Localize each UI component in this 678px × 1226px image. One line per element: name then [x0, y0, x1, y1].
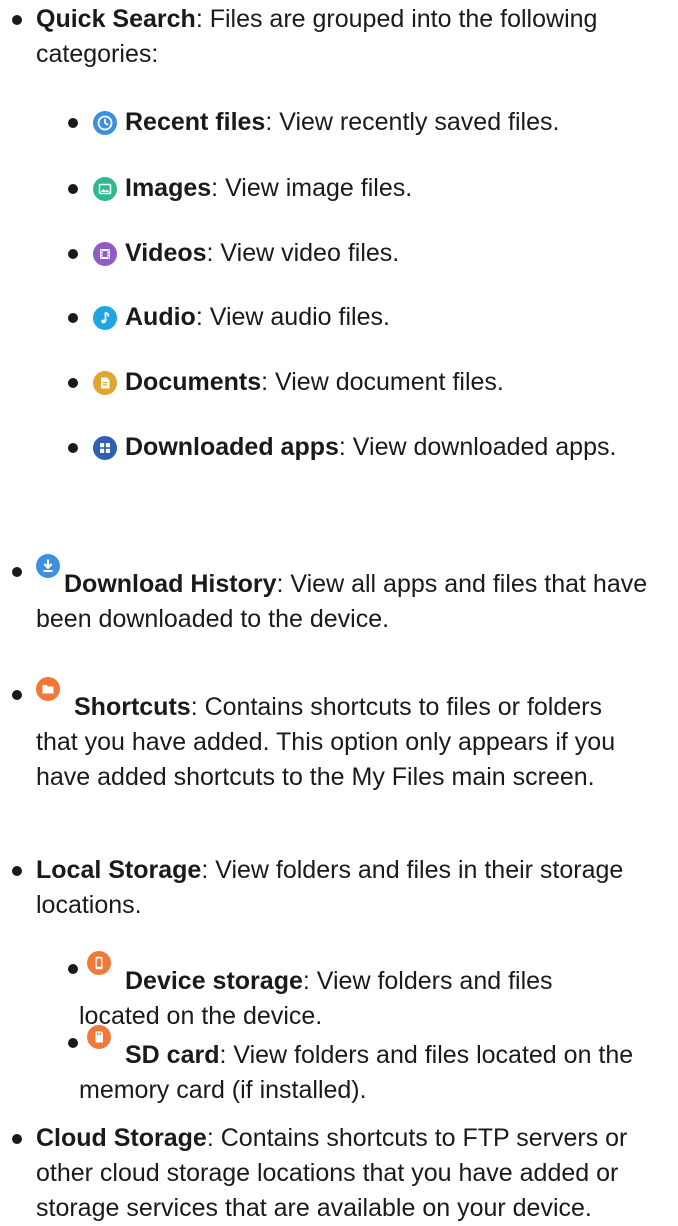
- item-title: Documents: [125, 368, 262, 396]
- download-icon: [36, 554, 60, 578]
- list-item-download-history: Download History: View all apps and file…: [0, 554, 648, 637]
- item-desc: : View downloaded apps.: [338, 433, 617, 461]
- list-item-sd-card: SD card: View folders and files located …: [0, 1025, 639, 1108]
- bullet: [68, 249, 78, 259]
- list-item-local-storage: Local Storage: View folders and files in…: [0, 853, 648, 923]
- item-title: Device storage: [125, 967, 303, 995]
- sd-card-icon: [87, 1025, 111, 1049]
- item-desc: : View video files.: [206, 239, 400, 267]
- bullet: [12, 1134, 22, 1144]
- bullet: [12, 567, 22, 577]
- phone-icon: [87, 951, 111, 975]
- item-desc: : View image files.: [211, 174, 413, 202]
- list-item-quick-search: Quick Search: Files are grouped into the…: [0, 2, 648, 72]
- list-item-images: Images: View image files.: [0, 171, 653, 206]
- video-icon: [93, 242, 117, 266]
- item-desc: : View document files.: [261, 368, 504, 396]
- music-note-icon: [93, 306, 117, 330]
- list-item-audio: Audio: View audio files.: [0, 300, 653, 335]
- item-title: Quick Search: [36, 5, 196, 33]
- folder-icon: [36, 677, 60, 701]
- item-title: Recent files: [125, 108, 266, 136]
- clock-icon: [93, 111, 117, 135]
- apps-icon: [93, 436, 117, 460]
- list-item-recent-files: Recent files: View recently saved files.: [0, 105, 653, 140]
- bullet: [68, 184, 78, 194]
- image-icon: [93, 177, 117, 201]
- item-desc: : View audio files.: [195, 303, 390, 331]
- item-title: Local Storage: [36, 856, 202, 884]
- item-title: Shortcuts: [74, 693, 191, 721]
- document-page: Quick Search: Files are grouped into the…: [0, 0, 678, 1222]
- document-icon: [93, 371, 117, 395]
- bullet: [68, 443, 78, 453]
- list-item-device-storage: Device storage: View folders and files l…: [0, 951, 639, 1034]
- bullet: [12, 15, 22, 25]
- bullet: [68, 964, 78, 974]
- list-item-shortcuts: Shortcuts: Contains shortcuts to files o…: [0, 677, 648, 795]
- item-title: Audio: [125, 303, 196, 331]
- item-title: SD card: [125, 1041, 220, 1069]
- list-item-cloud-storage: Cloud Storage: Contains shortcuts to FTP…: [0, 1121, 648, 1226]
- list-item-videos: Videos: View video files.: [0, 236, 653, 271]
- item-title: Videos: [125, 239, 207, 267]
- bullet: [12, 690, 22, 700]
- bullet: [68, 1038, 78, 1048]
- bullet: [68, 313, 78, 323]
- list-item-downloaded-apps: Downloaded apps: View downloaded apps.: [0, 430, 653, 465]
- bullet: [68, 378, 78, 388]
- item-title: Cloud Storage: [36, 1124, 207, 1152]
- bullet: [12, 866, 22, 876]
- item-title: Download History: [64, 570, 277, 598]
- bullet: [68, 118, 78, 128]
- item-title: Downloaded apps: [125, 433, 339, 461]
- list-item-documents: Documents: View document files.: [0, 365, 653, 400]
- item-title: Images: [125, 174, 212, 202]
- item-desc: : View recently saved files.: [265, 108, 560, 136]
